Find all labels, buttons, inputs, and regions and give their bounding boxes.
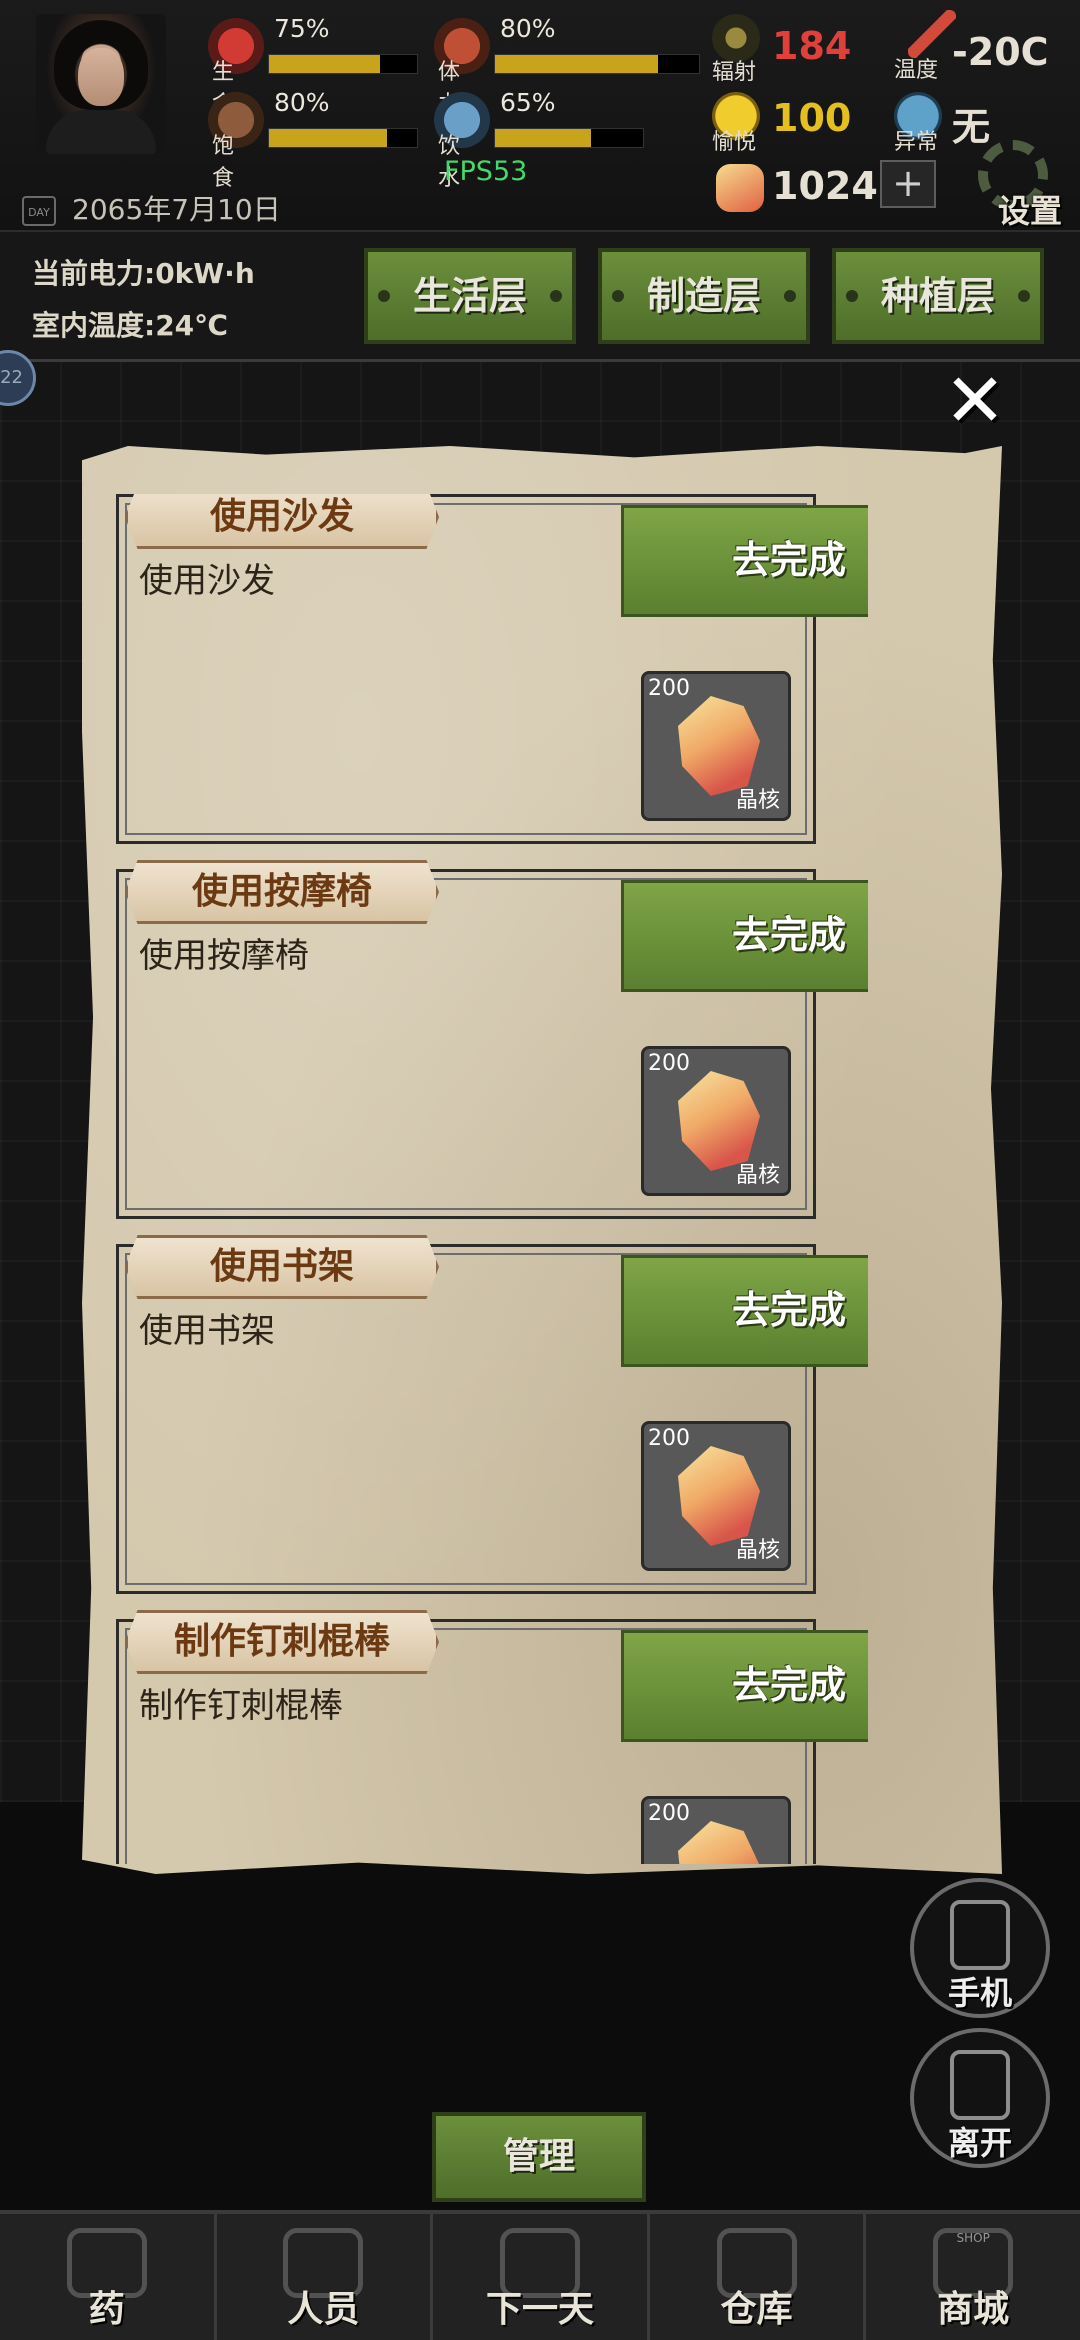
go-complete-button[interactable]: 去完成	[621, 880, 868, 992]
temperature-value: -20C	[952, 30, 1049, 74]
phone-button[interactable]: 手机	[910, 1878, 1050, 2018]
date-text: 2065年7月10日	[72, 193, 281, 226]
add-crystal-button[interactable]: +	[880, 160, 936, 208]
reward-slot[interactable]: 200 晶核	[641, 1796, 791, 1864]
task-title: 使用按摩椅	[125, 860, 439, 924]
reward-name: 晶核	[735, 1163, 780, 1188]
player-avatar[interactable]	[36, 14, 166, 154]
bottom-navigation: 药 人员 下一天 仓库 SHOP 商城	[0, 2210, 1080, 2340]
stat-stamina-bar	[494, 54, 700, 74]
stat-water-bar	[494, 128, 644, 148]
reward-count: 200	[648, 1426, 690, 1451]
nav-label: 人员	[287, 2289, 360, 2330]
crystal-core-icon	[678, 1821, 760, 1864]
reward-count: 200	[648, 1051, 690, 1076]
leave-button[interactable]: 离开	[910, 2028, 1050, 2168]
task-title: 使用沙发	[125, 494, 439, 549]
floor-status-bar: 当前电力:0kW·h 室内温度:24℃ 生活层 制造层 种植层	[0, 232, 1080, 362]
avatar-face	[78, 48, 124, 106]
floor-button-living[interactable]: 生活层	[364, 248, 576, 344]
crystal-core-icon	[678, 1446, 760, 1546]
fps-counter: FPS53	[444, 156, 528, 187]
phone-icon	[950, 1900, 1010, 1970]
settings-label: 设置	[998, 192, 1063, 230]
nav-item-shop[interactable]: SHOP 商城	[866, 2214, 1080, 2340]
door-exit-icon	[950, 2050, 1010, 2120]
task-description: 使用沙发	[139, 561, 275, 601]
task-title: 使用书架	[125, 1235, 439, 1299]
stat-health-percent: 75%	[274, 14, 330, 43]
nav-label: 仓库	[720, 2289, 793, 2330]
go-complete-button[interactable]: 去完成	[621, 1630, 868, 1742]
task-title: 制作钉刺棍棒	[125, 1610, 439, 1674]
manage-button[interactable]: 管理	[432, 2112, 646, 2202]
reward-count: 200	[648, 676, 690, 701]
go-complete-button[interactable]: 去完成	[621, 505, 868, 617]
reward-name: 晶核	[735, 788, 780, 813]
stat-health-fill	[269, 55, 380, 73]
reward-name: 晶核	[735, 1538, 780, 1563]
stat-stamina-percent: 80%	[500, 14, 556, 43]
reward-slot[interactable]: 200 晶核	[641, 671, 791, 821]
radiation-value: 184	[772, 24, 852, 68]
task-list-modal: 使用沙发 使用沙发 去完成 200 晶核 使用按摩椅 使用按摩椅 去完成 200…	[82, 446, 1002, 1874]
nav-item-medicine[interactable]: 药	[0, 2214, 217, 2340]
indoor-temperature: 室内温度:24℃	[32, 309, 229, 342]
leave-label: 离开	[947, 2124, 1012, 2162]
top-hud: 75% 生命 80% 体力 80% 饱食 65% 饮水 辐射 184 愉悦 10…	[0, 0, 1080, 232]
floor-button-crafting[interactable]: 制造层	[598, 248, 810, 344]
crystal-core-icon	[678, 1071, 760, 1171]
settings-button[interactable]: 设置	[970, 140, 1074, 230]
abnormal-label: 异常	[894, 130, 939, 155]
stat-satiety-fill	[269, 129, 388, 147]
task-list[interactable]: 使用沙发 使用沙发 去完成 200 晶核 使用按摩椅 使用按摩椅 去完成 200…	[116, 494, 868, 1864]
stat-water-fill	[495, 129, 592, 147]
avatar-body	[46, 110, 156, 154]
joy-label: 愉悦	[712, 130, 757, 155]
phone-label: 手机	[947, 1974, 1012, 2012]
stat-health-bar	[268, 54, 418, 74]
task-description: 制作钉刺棍棒	[139, 1686, 343, 1726]
task-item: 使用按摩椅 使用按摩椅 去完成 200 晶核	[116, 860, 868, 1219]
reward-slot[interactable]: 200 晶核	[641, 1421, 791, 1571]
temperature-label: 温度	[894, 58, 939, 83]
nav-item-next-day[interactable]: 下一天	[433, 2214, 650, 2340]
radiation-label: 辐射	[712, 60, 757, 85]
floor-button-planting[interactable]: 种植层	[832, 248, 1044, 344]
stat-stamina-fill	[495, 55, 659, 73]
task-description: 使用按摩椅	[139, 936, 309, 976]
nav-label: 药	[88, 2289, 125, 2330]
stat-satiety-label: 饱食	[212, 134, 235, 191]
reward-count: 200	[648, 1801, 690, 1826]
crystal-core-icon	[678, 696, 760, 796]
nav-item-warehouse[interactable]: 仓库	[650, 2214, 867, 2340]
stat-satiety-percent: 80%	[274, 88, 330, 117]
crystal-core-icon	[716, 164, 764, 212]
shop-badge: SHOP	[956, 2231, 990, 2245]
nav-item-personnel[interactable]: 人员	[217, 2214, 434, 2340]
nav-label: 下一天	[485, 2289, 594, 2330]
stat-satiety-bar	[268, 128, 418, 148]
crystal-value: 1024	[772, 164, 878, 208]
task-item: 使用沙发 使用沙发 去完成 200 晶核	[116, 494, 868, 844]
task-item: 制作钉刺棍棒 制作钉刺棍棒 去完成 200 晶核	[116, 1610, 868, 1864]
game-date: DAY 2065年7月10日	[22, 188, 281, 228]
nav-label: 商城	[937, 2289, 1010, 2330]
calendar-icon: DAY	[22, 196, 56, 226]
task-item: 使用书架 使用书架 去完成 200 晶核	[116, 1235, 868, 1594]
reward-slot[interactable]: 200 晶核	[641, 1046, 791, 1196]
stat-water-percent: 65%	[500, 88, 556, 117]
joy-value: 100	[772, 96, 852, 140]
thermometer-icon	[908, 10, 956, 58]
power-status: 当前电力:0kW·h	[32, 257, 255, 290]
task-description: 使用书架	[139, 1311, 275, 1351]
go-complete-button[interactable]: 去完成	[621, 1255, 868, 1367]
close-modal-button[interactable]: ✕	[940, 364, 1010, 438]
